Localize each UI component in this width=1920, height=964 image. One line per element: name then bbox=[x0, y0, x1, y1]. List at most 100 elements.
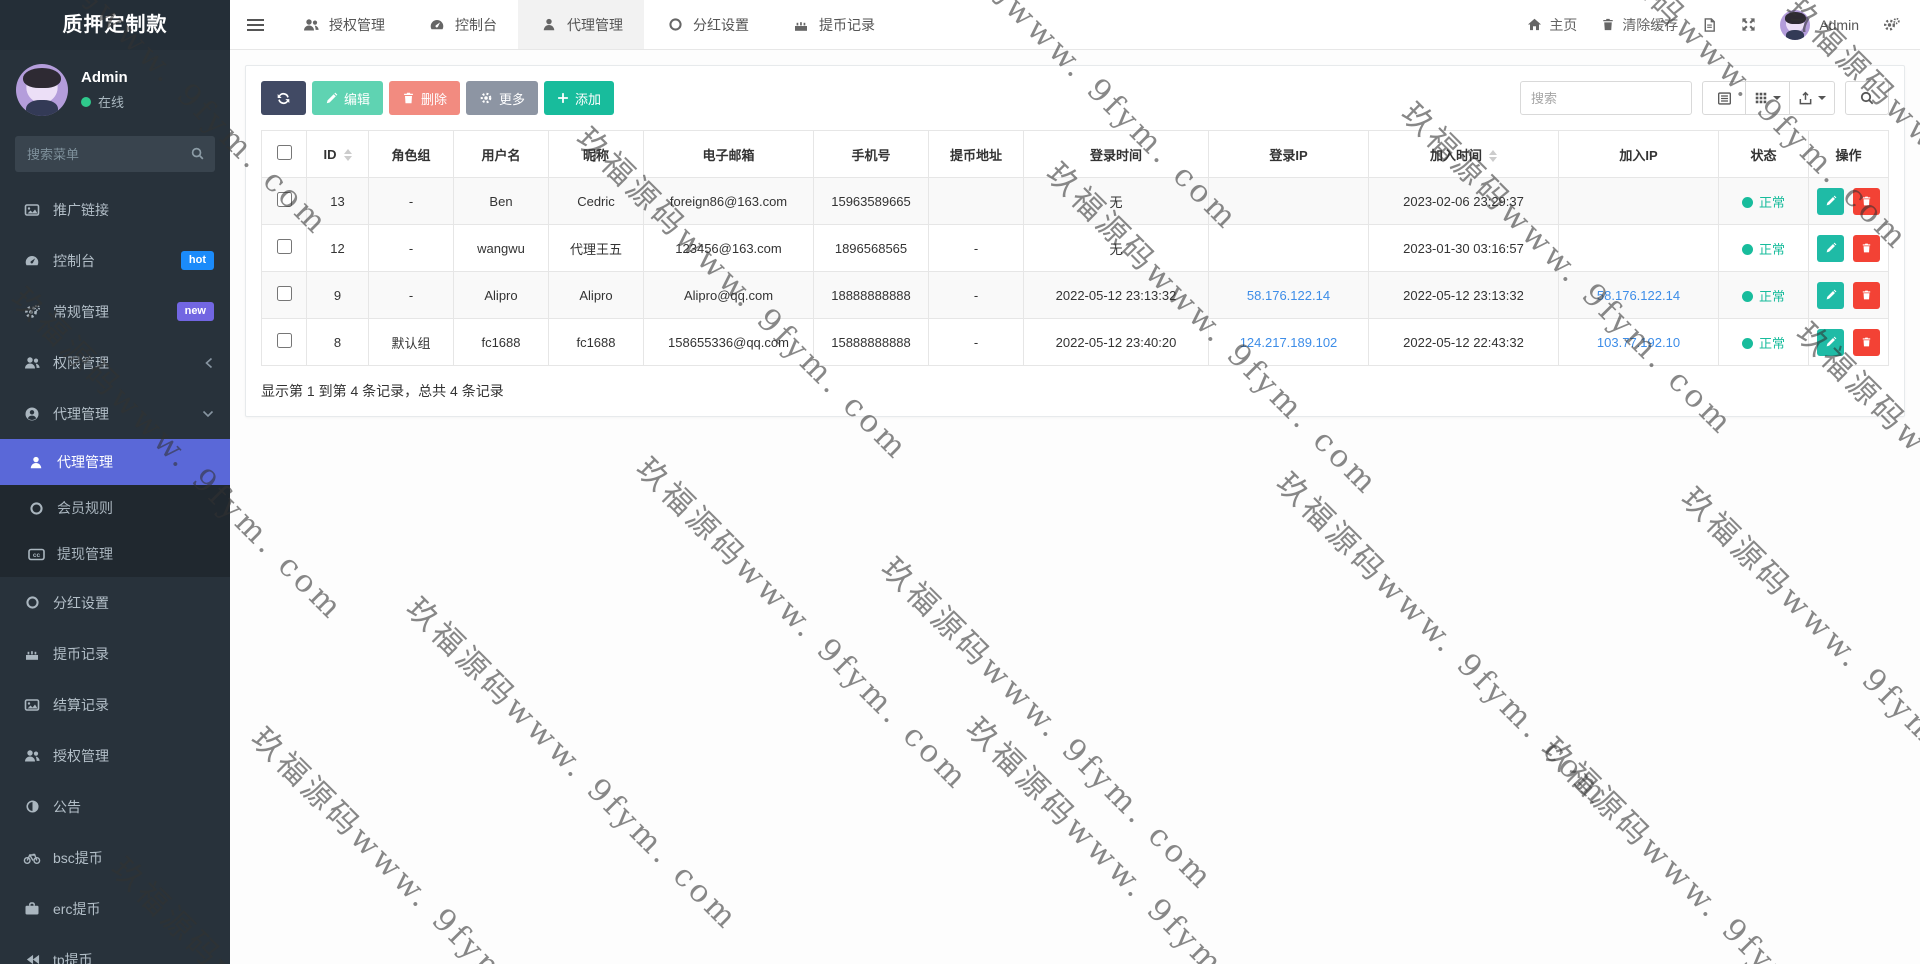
search-toggle-button[interactable] bbox=[1845, 81, 1889, 115]
sidebar-item-label: 控制台 bbox=[53, 252, 95, 269]
row-edit-button[interactable] bbox=[1817, 328, 1845, 356]
row-edit-button[interactable] bbox=[1817, 187, 1845, 215]
toolbar-right bbox=[1520, 81, 1889, 115]
sidebar-item-withdraw-mgmt[interactable]: cc 提现管理 bbox=[0, 531, 230, 577]
status-badge: 正常 bbox=[1758, 241, 1785, 257]
col-group[interactable]: 角色组 bbox=[368, 130, 454, 178]
fullscreen-icon[interactable] bbox=[1741, 17, 1756, 32]
row-checkbox[interactable] bbox=[276, 286, 292, 301]
row-delete-button[interactable] bbox=[1852, 281, 1880, 309]
content-area: 编辑 删除 更多 添加 搜索 ID 角色组 用户名 昵称 电子邮箱 手机号 提币… bbox=[230, 50, 1920, 964]
admin-menu[interactable]: Admin bbox=[1780, 9, 1859, 40]
sidebar-item-promo-link[interactable]: 推广链接 bbox=[0, 184, 230, 235]
col-phone[interactable]: 手机号 bbox=[813, 130, 929, 178]
col-login-time[interactable]: 登录时间 bbox=[1023, 130, 1209, 178]
cell-actions bbox=[1808, 318, 1889, 366]
user-name: Admin bbox=[81, 69, 128, 86]
row-checkbox[interactable] bbox=[276, 192, 292, 207]
col-nickname[interactable]: 昵称 bbox=[548, 130, 644, 178]
col-address[interactable]: 提币地址 bbox=[928, 130, 1024, 178]
cell-address: - bbox=[928, 271, 1024, 319]
tab-auth-mgmt[interactable]: 授权管理 bbox=[280, 0, 406, 49]
tab-dividend[interactable]: 分红设置 bbox=[644, 0, 770, 49]
sidebar-toggle-button[interactable] bbox=[230, 0, 280, 49]
cell-username: wangwu bbox=[453, 224, 549, 272]
sidebar-item-label: 结算记录 bbox=[53, 696, 109, 713]
sidebar-item-label: 常规管理 bbox=[53, 303, 109, 320]
col-login-ip[interactable]: 登录IP bbox=[1208, 130, 1369, 178]
sidebar-item-agents-parent[interactable]: 代理管理 bbox=[0, 388, 230, 439]
avatar bbox=[1780, 9, 1811, 40]
document-icon[interactable] bbox=[1702, 17, 1717, 33]
table-header-row: ID 角色组 用户名 昵称 电子邮箱 手机号 提币地址 登录时间 登录IP 加入… bbox=[261, 130, 1889, 178]
table-row[interactable]: 12 - wangwu 代理王五 123456@163.com 18965685… bbox=[261, 224, 1889, 272]
sidebar-item-general[interactable]: 常规管理 new bbox=[0, 286, 230, 337]
sidebar-item-announcement[interactable]: 公告 bbox=[0, 781, 230, 832]
top-navbar: 授权管理 控制台 代理管理 分红设置 提币记录 主页 清除缓存 Admin bbox=[230, 0, 1920, 50]
delete-button[interactable]: 删除 bbox=[389, 81, 461, 115]
row-edit-button[interactable] bbox=[1817, 281, 1845, 309]
sidebar-item-auth-mgmt[interactable]: 授权管理 bbox=[0, 730, 230, 781]
paging-toggle-button[interactable] bbox=[1702, 81, 1746, 115]
col-username[interactable]: 用户名 bbox=[453, 130, 549, 178]
dashboard-icon bbox=[427, 17, 447, 33]
cell-join-time: 2022-05-12 22:43:32 bbox=[1368, 318, 1559, 366]
edit-button[interactable]: 编辑 bbox=[312, 81, 384, 115]
user-icon bbox=[539, 17, 559, 32]
columns-button[interactable] bbox=[1745, 81, 1790, 115]
sidebar-item-dividend[interactable]: 分红设置 bbox=[0, 577, 230, 628]
adjust-icon bbox=[22, 799, 42, 814]
cell-join-ip[interactable]: 103.77.192.10 bbox=[1558, 318, 1719, 366]
menu-search-input[interactable] bbox=[15, 136, 215, 172]
sidebar-item-bsc-withdraw[interactable]: bsc提币 bbox=[0, 832, 230, 883]
admin-username: Admin bbox=[1819, 16, 1859, 33]
status-badge: 正常 bbox=[1758, 194, 1785, 210]
export-button[interactable] bbox=[1789, 81, 1835, 115]
sidebar: 质押定制款 Admin 在线 推广链接 bbox=[0, 0, 230, 964]
table-row[interactable]: 8 默认组 fc1688 fc1688 158655336@qq.com 158… bbox=[261, 318, 1889, 366]
table-row[interactable]: 13 - Ben Cedric foreign86@163.com 159635… bbox=[261, 177, 1889, 225]
sidebar-item-agents[interactable]: 代理管理 bbox=[0, 439, 230, 485]
select-all-cell bbox=[261, 130, 307, 178]
more-button[interactable]: 更多 bbox=[466, 81, 539, 115]
tab-dashboard[interactable]: 控制台 bbox=[406, 0, 518, 49]
cogs-icon[interactable] bbox=[1883, 17, 1900, 32]
row-edit-button[interactable] bbox=[1817, 234, 1845, 262]
col-join-ip[interactable]: 加入IP bbox=[1558, 130, 1719, 178]
cell-join-ip[interactable]: 58.176.122.14 bbox=[1558, 271, 1719, 319]
col-id[interactable]: ID bbox=[306, 130, 369, 178]
row-checkbox[interactable] bbox=[276, 239, 292, 254]
sidebar-item-label: bsc提币 bbox=[53, 849, 103, 866]
cell-address bbox=[928, 177, 1024, 225]
agents-submenu: 代理管理 会员规则 cc 提现管理 bbox=[0, 439, 230, 577]
col-email[interactable]: 电子邮箱 bbox=[643, 130, 814, 178]
row-checkbox[interactable] bbox=[276, 333, 292, 348]
cell-login-ip[interactable]: 124.217.189.102 bbox=[1208, 318, 1369, 366]
clear-cache-link[interactable]: 清除缓存 bbox=[1601, 15, 1678, 35]
sidebar-item-settlement[interactable]: 结算记录 bbox=[0, 679, 230, 730]
sidebar-item-coin-records[interactable]: 提币记录 bbox=[0, 628, 230, 679]
sidebar-item-member-rules[interactable]: 会员规则 bbox=[0, 485, 230, 531]
table-row[interactable]: 9 - Alipro Alipro Alipro@qq.com 18888888… bbox=[261, 271, 1889, 319]
table-search-input[interactable] bbox=[1520, 81, 1692, 115]
circle-icon bbox=[26, 501, 46, 516]
sidebar-item-dashboard[interactable]: 控制台 hot bbox=[0, 235, 230, 286]
sidebar-item-erc-withdraw[interactable]: erc提币 bbox=[0, 883, 230, 934]
add-button[interactable]: 添加 bbox=[544, 81, 615, 115]
row-delete-button[interactable] bbox=[1852, 187, 1880, 215]
select-all-checkbox[interactable] bbox=[276, 145, 292, 160]
row-delete-button[interactable] bbox=[1852, 234, 1880, 262]
tab-label: 控制台 bbox=[455, 16, 497, 33]
refresh-button[interactable] bbox=[261, 81, 306, 115]
col-status[interactable]: 状态 bbox=[1718, 130, 1809, 178]
bicycle-icon bbox=[22, 850, 42, 865]
sidebar-item-permissions[interactable]: 权限管理 bbox=[0, 337, 230, 388]
cell-status: 正常 bbox=[1718, 271, 1809, 319]
row-delete-button[interactable] bbox=[1852, 328, 1880, 356]
home-link[interactable]: 主页 bbox=[1527, 15, 1577, 35]
cell-login-ip[interactable]: 58.176.122.14 bbox=[1208, 271, 1369, 319]
col-join-time[interactable]: 加入时间 bbox=[1368, 130, 1559, 178]
tab-coin-records[interactable]: 提币记录 bbox=[770, 0, 896, 49]
tab-agents[interactable]: 代理管理 bbox=[518, 0, 644, 49]
sidebar-item-tp-withdraw[interactable]: tp提币 bbox=[0, 934, 230, 964]
